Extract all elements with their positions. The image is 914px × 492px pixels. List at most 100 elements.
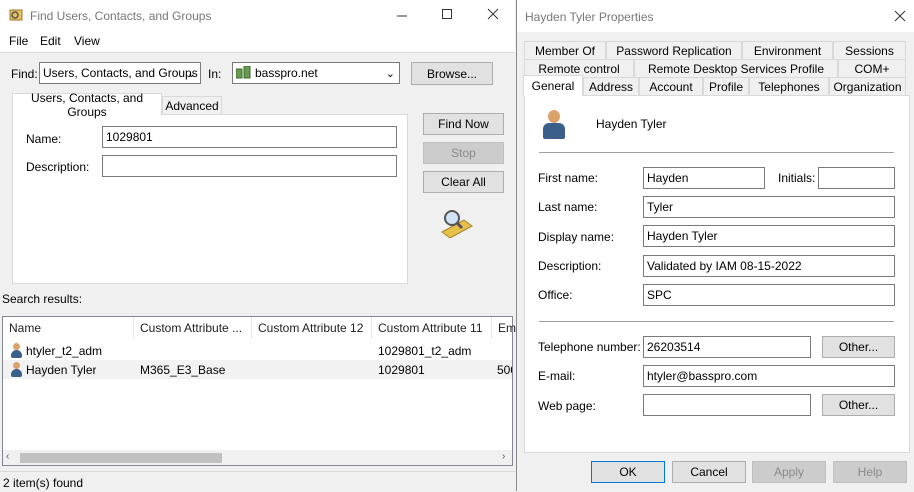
column-header-email[interactable]: Em (492, 317, 516, 339)
tab-address[interactable]: Address (583, 77, 639, 96)
tab-users-contacts-groups[interactable]: Users, Contacts, and Groups (12, 91, 162, 119)
divider (539, 321, 894, 322)
properties-window: Hayden Tyler Properties Member Of Passwo… (516, 0, 914, 491)
apply-button[interactable]: Apply (752, 461, 826, 483)
tab-environment[interactable]: Environment (742, 41, 833, 59)
scrollbar-thumb[interactable] (20, 453, 222, 463)
maximize-icon[interactable] (441, 8, 453, 22)
first-name-label: First name: (538, 171, 599, 185)
user-display-header: Hayden Tyler (596, 117, 667, 131)
ok-button[interactable]: OK (591, 461, 665, 483)
menu-edit[interactable]: Edit (40, 34, 61, 48)
last-name-label: Last name: (538, 200, 598, 214)
tab-account[interactable]: Account (639, 77, 703, 96)
row-custom-attribute-11: 1029801_t2_adm (378, 343, 472, 358)
properties-window-title: Hayden Tyler Properties (525, 10, 654, 24)
find-tab-panel: Name: 1029801 Description: (12, 114, 408, 284)
web-page-label: Web page: (538, 399, 596, 413)
scroll-right-icon[interactable]: › (502, 451, 505, 462)
search-results-list[interactable]: Name Custom Attribute ... Custom Attribu… (2, 316, 516, 466)
chevron-down-icon: ⌄ (186, 68, 196, 80)
tab-organization[interactable]: Organization (829, 77, 906, 96)
status-text: 2 item(s) found (3, 476, 84, 490)
column-header-custom-attribute-11[interactable]: Custom Attribute 11 (372, 317, 492, 339)
email-field[interactable]: htyler@basspro.com (643, 365, 895, 387)
tab-telephones[interactable]: Telephones (749, 77, 829, 96)
find-window-titlebar: Find Users, Contacts, and Groups (0, 0, 515, 32)
web-page-field[interactable] (643, 394, 811, 416)
description-field[interactable]: Validated by IAM 08-15-2022 (643, 255, 895, 277)
browse-button[interactable]: Browse... (411, 62, 493, 85)
divider (539, 152, 894, 153)
menu-file[interactable]: File (9, 34, 28, 48)
first-name-field[interactable]: Hayden (643, 167, 765, 189)
menu-bar: File Edit View (0, 32, 515, 53)
tab-com-plus[interactable]: COM+ (838, 59, 906, 77)
app-icon (9, 8, 23, 22)
tab-advanced[interactable]: Advanced (162, 96, 222, 115)
find-window-title: Find Users, Contacts, and Groups (30, 9, 212, 23)
last-name-field[interactable]: Tyler (643, 196, 895, 218)
in-domain-value: basspro.net (255, 66, 318, 80)
row-name: htyler_t2_adm (26, 343, 103, 358)
display-name-label: Display name: (538, 230, 615, 244)
user-icon (541, 110, 567, 140)
domain-icon (235, 65, 251, 80)
in-label: In: (208, 67, 222, 81)
help-button[interactable]: Help (833, 461, 907, 483)
telephone-other-button[interactable]: Other... (822, 336, 895, 358)
find-label: Find: (11, 67, 38, 81)
find-window: Find Users, Contacts, and Groups File Ed… (0, 0, 516, 492)
tab-password-replication[interactable]: Password Replication (606, 41, 742, 59)
close-icon[interactable] (894, 10, 906, 22)
general-tab-panel: Hayden Tyler First name: Hayden Initials… (524, 95, 910, 453)
table-row[interactable]: Hayden Tyler M365_E3_Base 1029801 500 (3, 360, 512, 379)
cancel-button[interactable]: Cancel (672, 461, 746, 483)
tab-sessions[interactable]: Sessions (833, 41, 906, 59)
find-type-value: Users, Contacts, and Groups (43, 66, 198, 80)
initials-field[interactable] (818, 167, 895, 189)
menu-view[interactable]: View (74, 34, 100, 48)
clear-all-button[interactable]: Clear All (423, 171, 504, 193)
name-label: Name: (26, 132, 62, 146)
description-label: Description: (538, 259, 602, 273)
minimize-icon[interactable] (396, 8, 408, 22)
tab-general[interactable]: General (523, 75, 583, 96)
description-field[interactable] (102, 155, 397, 177)
initials-label: Initials: (778, 171, 816, 185)
search-results-label: Search results: (2, 292, 83, 306)
name-field[interactable]: 1029801 (102, 126, 397, 148)
email-label: E-mail: (538, 369, 576, 383)
close-icon[interactable] (487, 8, 499, 22)
row-name: Hayden Tyler (26, 362, 97, 377)
tab-remote-desktop-services-profile[interactable]: Remote Desktop Services Profile (634, 59, 838, 77)
horizontal-scrollbar[interactable]: ‹ › (3, 450, 512, 465)
find-now-button[interactable]: Find Now (423, 113, 504, 135)
office-label: Office: (538, 288, 573, 302)
column-header-name[interactable]: Name (3, 317, 134, 339)
telephone-field[interactable]: 26203514 (643, 336, 811, 358)
in-domain-select[interactable]: basspro.net ⌄ (232, 62, 400, 84)
user-icon (9, 343, 23, 358)
telephone-label: Telephone number: (538, 340, 641, 354)
stop-button[interactable]: Stop (423, 142, 504, 164)
column-header-custom-attribute[interactable]: Custom Attribute ... (134, 317, 252, 339)
web-page-other-button[interactable]: Other... (822, 394, 895, 416)
user-icon (9, 362, 23, 377)
chevron-down-icon: ⌄ (385, 68, 395, 80)
magnifier-icon (438, 208, 474, 239)
row-email: 500 (497, 362, 512, 377)
row-email (497, 341, 512, 360)
description-label: Description: (26, 160, 90, 174)
find-type-select[interactable]: Users, Contacts, and Groups ⌄ (39, 62, 201, 84)
tab-member-of[interactable]: Member Of (524, 41, 606, 59)
table-row[interactable]: htyler_t2_adm 1029801_t2_adm (3, 341, 512, 360)
office-field[interactable]: SPC (643, 284, 895, 306)
status-bar: 2 item(s) found (0, 471, 515, 492)
tab-profile[interactable]: Profile (703, 77, 749, 96)
scroll-left-icon[interactable]: ‹ (6, 451, 9, 462)
row-custom-attribute: M365_E3_Base (140, 362, 226, 377)
display-name-field[interactable]: Hayden Tyler (643, 225, 895, 247)
column-header-custom-attribute-12[interactable]: Custom Attribute 12 (252, 317, 372, 339)
row-custom-attribute-11: 1029801 (378, 362, 425, 377)
